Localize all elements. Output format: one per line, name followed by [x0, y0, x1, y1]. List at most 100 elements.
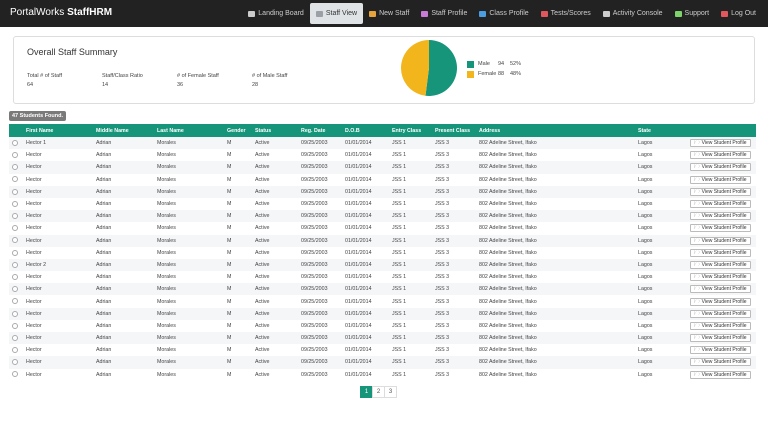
nav-landing-board[interactable]: Landing Board	[242, 3, 310, 24]
table-cell: Adrian	[93, 222, 154, 235]
table-row[interactable]: Hector Adrian Morales M Active 09/25/2003 01/0…	[9, 283, 756, 296]
table-row[interactable]: Hector Adrian Morales M Active 09/25/2003 01/0…	[9, 246, 756, 259]
nav-support[interactable]: Support	[669, 3, 716, 24]
view-student-profile-button[interactable]: 🗁 View Student Profile	[690, 151, 751, 160]
table-cell: 802 Adeline Street, Ifako	[476, 137, 635, 150]
view-student-profile-button[interactable]: 🗁 View Student Profile	[690, 236, 751, 245]
view-student-profile-button[interactable]: 🗁 View Student Profile	[690, 260, 751, 269]
table-cell: Lagos	[635, 307, 687, 320]
pie-slice-male	[425, 40, 457, 96]
row-select-radio[interactable]	[12, 334, 18, 341]
view-student-profile-button[interactable]: 🗁 View Student Profile	[690, 370, 751, 379]
row-select-radio[interactable]	[12, 347, 18, 354]
table-row[interactable]: Hector Adrian Morales M Active 09/25/2003 01/0…	[9, 307, 756, 320]
table-cell: Active	[252, 332, 298, 345]
view-student-profile-button[interactable]: 🗁 View Student Profile	[690, 321, 751, 330]
row-select-radio[interactable]	[12, 371, 18, 378]
table-row[interactable]: Hector Adrian Morales M Active 09/25/2003 01/0…	[9, 185, 756, 198]
view-student-profile-button[interactable]: 🗁 View Student Profile	[690, 212, 751, 221]
table-row[interactable]: Hector Adrian Morales M Active 09/25/2003 01/0…	[9, 197, 756, 211]
table-row[interactable]: Hector Adrian Morales M Active 09/25/2003 01/0…	[9, 368, 756, 381]
table-row[interactable]: Hector Adrian Morales M Active 09/25/2003 01/0…	[9, 173, 756, 186]
table-cell: 01/01/2014	[342, 210, 389, 223]
users-icon	[479, 10, 487, 17]
table-row[interactable]: Hector Adrian Morales M Active 09/25/2003 01/0…	[9, 319, 756, 332]
table-row[interactable]: Hector Adrian Morales M Active 09/25/2003 01/0…	[9, 295, 756, 308]
view-student-profile-button[interactable]: 🗁 View Student Profile	[690, 297, 751, 306]
nav-label: Landing Board	[258, 10, 304, 17]
row-select-radio[interactable]	[12, 298, 18, 305]
row-select-radio[interactable]	[12, 225, 18, 232]
row-select-radio[interactable]	[12, 188, 18, 195]
table-body: Hector 1 Adrian Morales M Active 09/25/2003 01…	[9, 137, 756, 381]
table-cell: Adrian	[93, 344, 154, 357]
table-cell: Hector	[23, 173, 93, 186]
row-select-radio[interactable]	[12, 213, 18, 220]
action-cell: 🗁 View Student Profile	[687, 319, 756, 332]
page-button-3[interactable]: 3	[384, 386, 397, 398]
table-row[interactable]: Hector Adrian Morales M Active 09/25/2003 01/0…	[9, 161, 756, 174]
row-select-cell	[9, 332, 23, 345]
row-select-radio[interactable]	[12, 139, 18, 146]
table-row[interactable]: Hector Adrian Morales M Active 09/25/2003 01/0…	[9, 210, 756, 223]
nav-staff-view[interactable]: Staff View	[309, 3, 364, 24]
table-row[interactable]: Hector Adrian Morales M Active 09/25/2003 01/0…	[9, 344, 756, 357]
table-cell: Adrian	[93, 185, 154, 198]
table-row[interactable]: Hector Adrian Morales M Active 09/25/2003 01/0…	[9, 332, 756, 345]
view-student-profile-button[interactable]: 🗁 View Student Profile	[690, 163, 751, 172]
table-row[interactable]: Hector 1 Adrian Morales M Active 09/25/2003 01…	[9, 137, 756, 150]
view-student-profile-button[interactable]: 🗁 View Student Profile	[690, 224, 751, 233]
brand-logo[interactable]: PortalWorks StaffHRM	[10, 7, 112, 18]
view-student-profile-button[interactable]: 🗁 View Student Profile	[690, 358, 751, 367]
table-cell: Lagos	[635, 356, 687, 369]
view-student-profile-button[interactable]: 🗁 View Student Profile	[690, 139, 751, 148]
table-row[interactable]: Hector Adrian Morales M Active 09/25/2003 01/0…	[9, 222, 756, 235]
action-cell: 🗁 View Student Profile	[687, 332, 756, 345]
nav-staff-profile[interactable]: Staff Profile	[415, 3, 473, 24]
row-select-radio[interactable]	[12, 286, 18, 293]
view-student-profile-button[interactable]: 🗁 View Student Profile	[690, 273, 751, 282]
view-student-profile-button[interactable]: 🗁 View Student Profile	[690, 200, 751, 209]
table-row[interactable]: Hector Adrian Morales M Active 09/25/2003 01/0…	[9, 271, 756, 284]
nav-log-out[interactable]: Log Out	[715, 3, 762, 24]
table-row[interactable]: Hector Adrian Morales M Active 09/25/2003 01/0…	[9, 149, 756, 162]
view-student-profile-button[interactable]: 🗁 View Student Profile	[690, 334, 751, 343]
row-select-radio[interactable]	[12, 237, 18, 244]
table-row[interactable]: Hector Adrian Morales M Active 09/25/2003 01/0…	[9, 234, 756, 247]
view-student-profile-button[interactable]: 🗁 View Student Profile	[690, 309, 751, 318]
nav-activity-console[interactable]: Activity Console	[597, 3, 669, 24]
row-select-radio[interactable]	[12, 310, 18, 317]
view-student-profile-button[interactable]: 🗁 View Student Profile	[690, 285, 751, 294]
table-cell: Morales	[154, 295, 224, 308]
nav-tests-scores[interactable]: Tests/Scores	[535, 3, 597, 24]
action-cell: 🗁 View Student Profile	[687, 173, 756, 186]
row-select-radio[interactable]	[12, 359, 18, 366]
view-student-profile-button[interactable]: 🗁 View Student Profile	[690, 346, 751, 355]
row-select-radio[interactable]	[12, 152, 18, 159]
legend-item-female: Female 88 48%	[467, 69, 521, 79]
table-cell: JSS 3	[432, 356, 476, 369]
table-cell: JSS 1	[389, 368, 432, 381]
row-select-radio[interactable]	[12, 249, 18, 256]
row-select-radio[interactable]	[12, 164, 18, 171]
table-row[interactable]: Hector 2 Adrian Morales M Active 09/25/2003 01…	[9, 258, 756, 272]
row-select-radio[interactable]	[12, 200, 18, 207]
nav-new-staff[interactable]: New Staff	[363, 3, 415, 24]
nav-class-profile[interactable]: Class Profile	[473, 3, 534, 24]
table-cell: M	[224, 197, 252, 211]
table-cell: Lagos	[635, 197, 687, 211]
table-cell: 01/01/2014	[342, 173, 389, 186]
view-student-profile-button[interactable]: 🗁 View Student Profile	[690, 175, 751, 184]
view-student-profile-button[interactable]: 🗁 View Student Profile	[690, 248, 751, 257]
table-row[interactable]: Hector Adrian Morales M Active 09/25/2003 01/0…	[9, 356, 756, 369]
table-cell: Active	[252, 197, 298, 211]
row-select-radio[interactable]	[12, 273, 18, 280]
chart-icon	[602, 10, 610, 17]
row-select-cell	[9, 258, 23, 272]
row-select-radio[interactable]	[12, 176, 18, 183]
row-select-radio[interactable]	[12, 261, 18, 268]
action-cell: 🗁 View Student Profile	[687, 368, 756, 381]
brand-light: PortalWorks	[10, 7, 65, 18]
view-student-profile-button[interactable]: 🗁 View Student Profile	[690, 187, 751, 196]
row-select-radio[interactable]	[12, 322, 18, 329]
